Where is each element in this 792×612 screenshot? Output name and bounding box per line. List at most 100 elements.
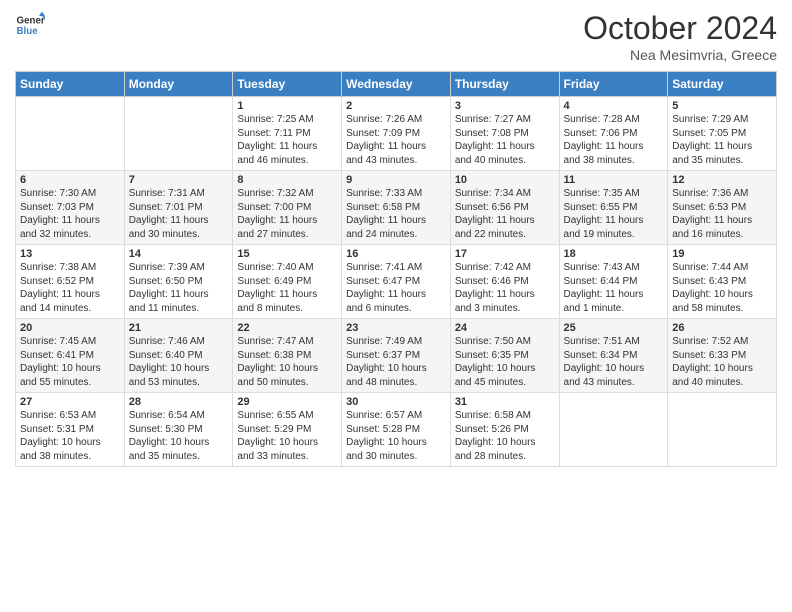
day-number: 31 (455, 396, 555, 408)
day-number: 16 (346, 248, 446, 260)
calendar-cell (559, 393, 668, 467)
calendar-cell: 12Sunrise: 7:36 AM Sunset: 6:53 PM Dayli… (668, 171, 777, 245)
day-number: 17 (455, 248, 555, 260)
calendar-table: SundayMondayTuesdayWednesdayThursdayFrid… (15, 71, 777, 467)
day-info: Sunrise: 7:31 AM Sunset: 7:01 PM Dayligh… (129, 187, 229, 241)
calendar-week-row: 1Sunrise: 7:25 AM Sunset: 7:11 PM Daylig… (16, 97, 777, 171)
day-info: Sunrise: 7:39 AM Sunset: 6:50 PM Dayligh… (129, 261, 229, 315)
svg-text:Blue: Blue (17, 26, 39, 37)
calendar-cell: 9Sunrise: 7:33 AM Sunset: 6:58 PM Daylig… (342, 171, 451, 245)
calendar-cell: 23Sunrise: 7:49 AM Sunset: 6:37 PM Dayli… (342, 319, 451, 393)
calendar-cell: 8Sunrise: 7:32 AM Sunset: 7:00 PM Daylig… (233, 171, 342, 245)
day-number: 18 (564, 248, 664, 260)
day-info: Sunrise: 6:55 AM Sunset: 5:29 PM Dayligh… (237, 409, 337, 463)
day-number: 27 (20, 396, 120, 408)
day-number: 6 (20, 174, 120, 186)
calendar-cell (668, 393, 777, 467)
day-number: 8 (237, 174, 337, 186)
day-number: 26 (672, 322, 772, 334)
day-info: Sunrise: 7:52 AM Sunset: 6:33 PM Dayligh… (672, 335, 772, 389)
day-info: Sunrise: 7:25 AM Sunset: 7:11 PM Dayligh… (237, 113, 337, 167)
day-number: 29 (237, 396, 337, 408)
calendar-cell: 5Sunrise: 7:29 AM Sunset: 7:05 PM Daylig… (668, 97, 777, 171)
calendar-cell: 3Sunrise: 7:27 AM Sunset: 7:08 PM Daylig… (450, 97, 559, 171)
calendar-cell (124, 97, 233, 171)
calendar-cell: 2Sunrise: 7:26 AM Sunset: 7:09 PM Daylig… (342, 97, 451, 171)
day-number: 9 (346, 174, 446, 186)
day-number: 12 (672, 174, 772, 186)
calendar-week-row: 20Sunrise: 7:45 AM Sunset: 6:41 PM Dayli… (16, 319, 777, 393)
title-block: October 2024 Nea Mesimvria, Greece (583, 10, 777, 63)
day-info: Sunrise: 7:34 AM Sunset: 6:56 PM Dayligh… (455, 187, 555, 241)
day-number: 15 (237, 248, 337, 260)
calendar-cell: 19Sunrise: 7:44 AM Sunset: 6:43 PM Dayli… (668, 245, 777, 319)
calendar-cell: 24Sunrise: 7:50 AM Sunset: 6:35 PM Dayli… (450, 319, 559, 393)
day-number: 19 (672, 248, 772, 260)
day-number: 30 (346, 396, 446, 408)
calendar-week-row: 13Sunrise: 7:38 AM Sunset: 6:52 PM Dayli… (16, 245, 777, 319)
day-number: 7 (129, 174, 229, 186)
day-info: Sunrise: 7:32 AM Sunset: 7:00 PM Dayligh… (237, 187, 337, 241)
day-info: Sunrise: 7:40 AM Sunset: 6:49 PM Dayligh… (237, 261, 337, 315)
day-header-wednesday: Wednesday (342, 72, 451, 97)
calendar-cell: 29Sunrise: 6:55 AM Sunset: 5:29 PM Dayli… (233, 393, 342, 467)
day-info: Sunrise: 7:51 AM Sunset: 6:34 PM Dayligh… (564, 335, 664, 389)
day-number: 3 (455, 100, 555, 112)
calendar-cell: 18Sunrise: 7:43 AM Sunset: 6:44 PM Dayli… (559, 245, 668, 319)
calendar-week-row: 27Sunrise: 6:53 AM Sunset: 5:31 PM Dayli… (16, 393, 777, 467)
calendar-cell: 14Sunrise: 7:39 AM Sunset: 6:50 PM Dayli… (124, 245, 233, 319)
calendar-cell: 22Sunrise: 7:47 AM Sunset: 6:38 PM Dayli… (233, 319, 342, 393)
calendar-cell: 11Sunrise: 7:35 AM Sunset: 6:55 PM Dayli… (559, 171, 668, 245)
day-info: Sunrise: 7:44 AM Sunset: 6:43 PM Dayligh… (672, 261, 772, 315)
day-number: 23 (346, 322, 446, 334)
day-info: Sunrise: 7:46 AM Sunset: 6:40 PM Dayligh… (129, 335, 229, 389)
day-header-monday: Monday (124, 72, 233, 97)
day-number: 25 (564, 322, 664, 334)
calendar-cell: 31Sunrise: 6:58 AM Sunset: 5:26 PM Dayli… (450, 393, 559, 467)
day-info: Sunrise: 6:54 AM Sunset: 5:30 PM Dayligh… (129, 409, 229, 463)
calendar-cell: 28Sunrise: 6:54 AM Sunset: 5:30 PM Dayli… (124, 393, 233, 467)
calendar-cell: 20Sunrise: 7:45 AM Sunset: 6:41 PM Dayli… (16, 319, 125, 393)
calendar-cell: 26Sunrise: 7:52 AM Sunset: 6:33 PM Dayli… (668, 319, 777, 393)
day-info: Sunrise: 7:26 AM Sunset: 7:09 PM Dayligh… (346, 113, 446, 167)
page-subtitle: Nea Mesimvria, Greece (583, 47, 777, 63)
day-number: 1 (237, 100, 337, 112)
page-title: October 2024 (583, 10, 777, 47)
day-info: Sunrise: 7:38 AM Sunset: 6:52 PM Dayligh… (20, 261, 120, 315)
day-info: Sunrise: 7:42 AM Sunset: 6:46 PM Dayligh… (455, 261, 555, 315)
day-info: Sunrise: 7:28 AM Sunset: 7:06 PM Dayligh… (564, 113, 664, 167)
logo: General Blue (15, 10, 45, 40)
day-info: Sunrise: 7:35 AM Sunset: 6:55 PM Dayligh… (564, 187, 664, 241)
day-info: Sunrise: 6:57 AM Sunset: 5:28 PM Dayligh… (346, 409, 446, 463)
calendar-header-row: SundayMondayTuesdayWednesdayThursdayFrid… (16, 72, 777, 97)
day-number: 21 (129, 322, 229, 334)
day-info: Sunrise: 7:50 AM Sunset: 6:35 PM Dayligh… (455, 335, 555, 389)
day-number: 22 (237, 322, 337, 334)
day-number: 28 (129, 396, 229, 408)
day-info: Sunrise: 7:45 AM Sunset: 6:41 PM Dayligh… (20, 335, 120, 389)
day-info: Sunrise: 6:58 AM Sunset: 5:26 PM Dayligh… (455, 409, 555, 463)
day-info: Sunrise: 7:29 AM Sunset: 7:05 PM Dayligh… (672, 113, 772, 167)
day-info: Sunrise: 7:43 AM Sunset: 6:44 PM Dayligh… (564, 261, 664, 315)
calendar-week-row: 6Sunrise: 7:30 AM Sunset: 7:03 PM Daylig… (16, 171, 777, 245)
day-number: 14 (129, 248, 229, 260)
page-header: General Blue October 2024 Nea Mesimvria,… (15, 10, 777, 63)
calendar-cell: 16Sunrise: 7:41 AM Sunset: 6:47 PM Dayli… (342, 245, 451, 319)
day-number: 10 (455, 174, 555, 186)
day-header-thursday: Thursday (450, 72, 559, 97)
day-info: Sunrise: 7:30 AM Sunset: 7:03 PM Dayligh… (20, 187, 120, 241)
day-number: 20 (20, 322, 120, 334)
day-number: 2 (346, 100, 446, 112)
calendar-cell: 6Sunrise: 7:30 AM Sunset: 7:03 PM Daylig… (16, 171, 125, 245)
calendar-cell: 30Sunrise: 6:57 AM Sunset: 5:28 PM Dayli… (342, 393, 451, 467)
day-info: Sunrise: 7:47 AM Sunset: 6:38 PM Dayligh… (237, 335, 337, 389)
calendar-cell (16, 97, 125, 171)
calendar-cell: 10Sunrise: 7:34 AM Sunset: 6:56 PM Dayli… (450, 171, 559, 245)
day-number: 11 (564, 174, 664, 186)
day-header-friday: Friday (559, 72, 668, 97)
day-info: Sunrise: 7:41 AM Sunset: 6:47 PM Dayligh… (346, 261, 446, 315)
day-number: 4 (564, 100, 664, 112)
day-info: Sunrise: 7:33 AM Sunset: 6:58 PM Dayligh… (346, 187, 446, 241)
day-number: 5 (672, 100, 772, 112)
calendar-cell: 13Sunrise: 7:38 AM Sunset: 6:52 PM Dayli… (16, 245, 125, 319)
